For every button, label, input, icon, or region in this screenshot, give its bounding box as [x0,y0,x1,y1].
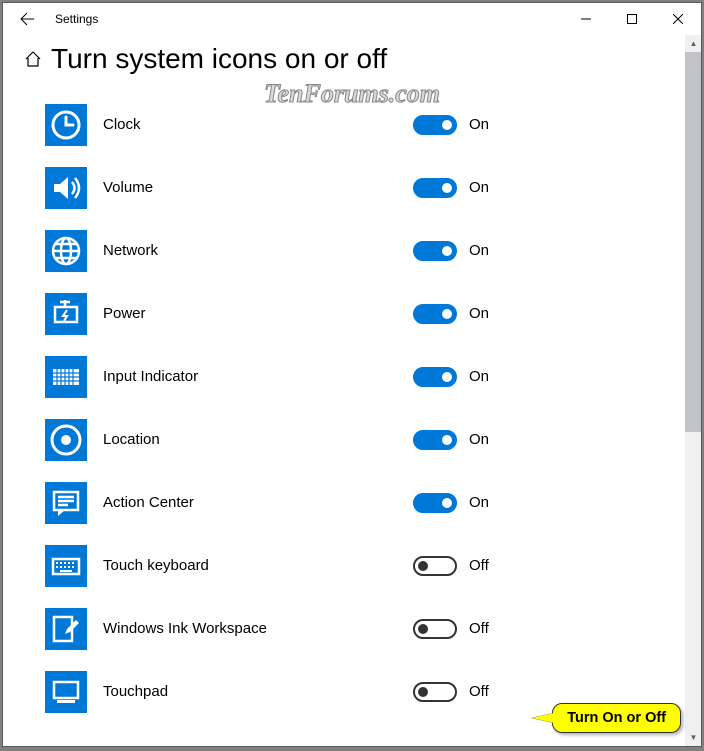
volume-toggle[interactable] [413,178,457,198]
item-network: Network On [45,219,664,282]
toggle-state-label: On [469,305,489,322]
clock-icon [45,104,87,146]
callout-tooltip: Turn On or Off [552,703,681,733]
settings-window: Settings Turn system icons on or off Clo… [2,2,702,747]
action-center-toggle[interactable] [413,493,457,513]
clock-toggle[interactable] [413,115,457,135]
volume-icon [45,167,87,209]
item-action-center: Action Center On [45,471,664,534]
item-label: Network [103,242,413,259]
toggle-wrap: On [413,430,489,450]
touch-keyboard-toggle[interactable] [413,556,457,576]
scroll-up-button[interactable]: ▲ [685,35,701,52]
toggle-state-label: Off [469,557,489,574]
location-toggle[interactable] [413,430,457,450]
touchpad-toggle[interactable] [413,682,457,702]
toggle-state-label: On [469,179,489,196]
page-title: Turn system icons on or off [51,43,387,75]
toggle-state-label: On [469,494,489,511]
action-center-icon [45,482,87,524]
item-label: Windows Ink Workspace [103,620,413,637]
network-icon [45,230,87,272]
item-label: Input Indicator [103,368,413,385]
toggle-wrap: Off [413,619,489,639]
input-indicator-icon [45,356,87,398]
power-icon [45,293,87,335]
toggle-state-label: Off [469,620,489,637]
item-label: Action Center [103,494,413,511]
system-icons-list: ClockOnVolumeOnNetworkOnPowerOnInput Ind… [45,93,664,723]
item-windows-ink: Windows Ink Workspace Off [45,597,664,660]
item-label: Clock [103,116,413,133]
location-icon [45,419,87,461]
back-button[interactable] [11,3,43,35]
minimize-icon [581,14,591,24]
toggle-state-label: On [469,116,489,133]
close-icon [673,14,683,24]
app-title: Settings [55,12,98,26]
input-indicator-toggle[interactable] [413,367,457,387]
toggle-wrap: Off [413,556,489,576]
scroll-thumb[interactable] [685,52,701,432]
windows-ink-toggle[interactable] [413,619,457,639]
toggle-state-label: On [469,368,489,385]
maximize-button[interactable] [609,3,655,35]
item-power: Power On [45,282,664,345]
toggle-state-label: Off [469,683,489,700]
item-label: Power [103,305,413,322]
power-toggle[interactable] [413,304,457,324]
touch-keyboard-icon [45,545,87,587]
scrollbar[interactable]: ▲ ▼ [684,35,701,746]
item-label: Touchpad [103,683,413,700]
page-header: Turn system icons on or off [23,43,664,75]
close-button[interactable] [655,3,701,35]
toggle-state-label: On [469,431,489,448]
toggle-wrap: On [413,367,489,387]
item-volume: Volume On [45,156,664,219]
content-area: Turn system icons on or off ClockOnVolum… [3,35,684,746]
item-label: Volume [103,179,413,196]
item-location: Location On [45,408,664,471]
item-clock: Clock On [45,93,664,156]
network-toggle[interactable] [413,241,457,261]
item-input-indicator: Input Indicator On [45,345,664,408]
toggle-wrap: On [413,493,489,513]
item-label: Location [103,431,413,448]
toggle-wrap: Off [413,682,489,702]
titlebar: Settings [3,3,701,35]
touchpad-icon [45,671,87,713]
minimize-button[interactable] [563,3,609,35]
windows-ink-icon [45,608,87,650]
arrow-left-icon [19,11,35,27]
scroll-down-button[interactable]: ▼ [685,729,701,746]
home-icon[interactable] [23,49,43,69]
toggle-wrap: On [413,115,489,135]
maximize-icon [627,14,637,24]
toggle-wrap: On [413,304,489,324]
item-touch-keyboard: Touch keyboard Off [45,534,664,597]
toggle-wrap: On [413,241,489,261]
toggle-state-label: On [469,242,489,259]
toggle-wrap: On [413,178,489,198]
item-label: Touch keyboard [103,557,413,574]
window-controls [563,3,701,35]
